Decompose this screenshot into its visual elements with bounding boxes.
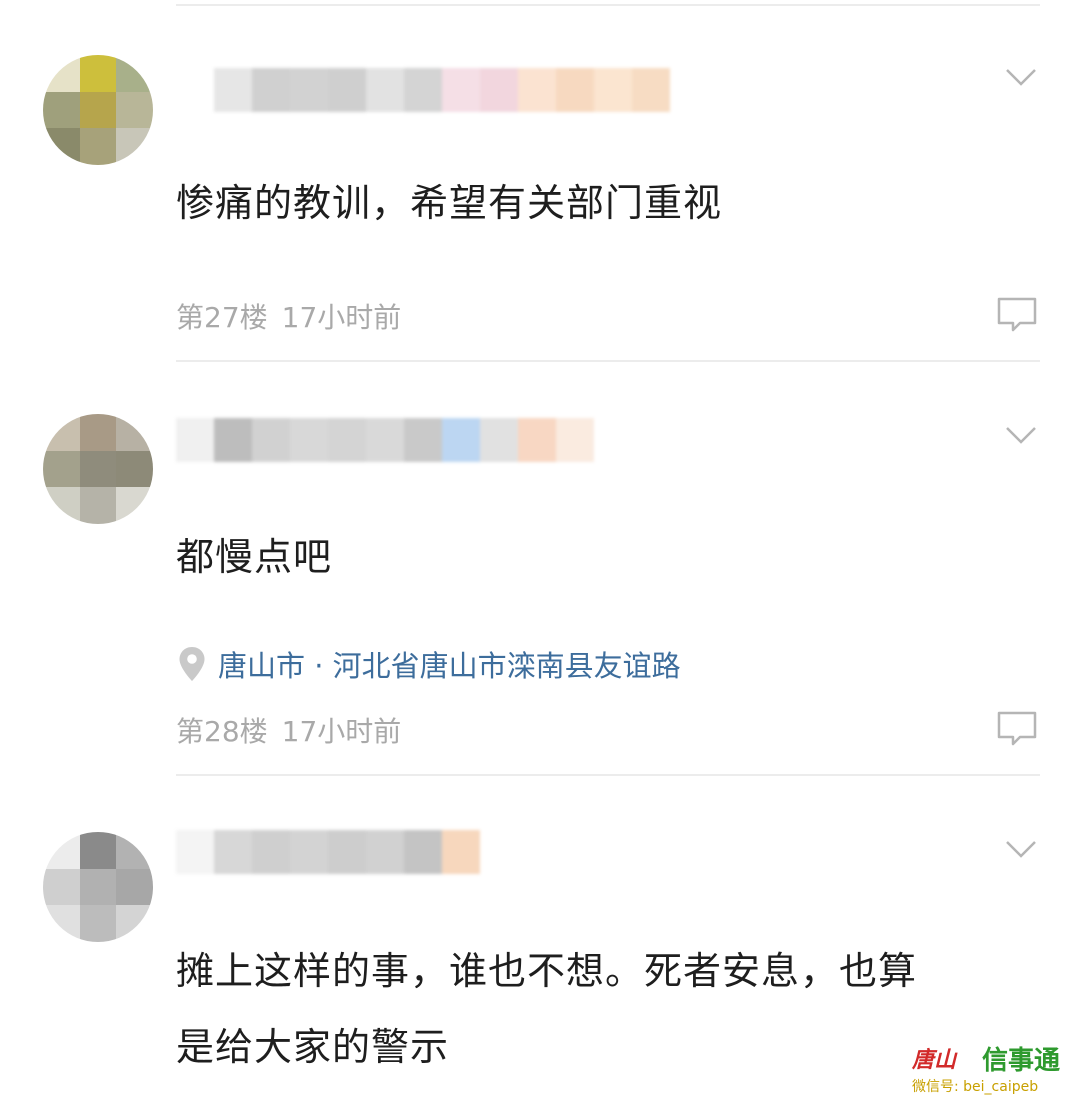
avatar-pixel — [79, 55, 117, 92]
username-blur-block — [252, 830, 290, 874]
username-blur-block — [252, 418, 290, 462]
avatar-pixel — [79, 905, 117, 942]
chevron-down-icon[interactable] — [1004, 66, 1038, 88]
avatar-pixel — [116, 91, 153, 129]
username-blur-block — [214, 68, 252, 112]
avatar-pixel — [116, 905, 153, 942]
avatar-pixel — [116, 832, 153, 869]
avatar-pixel — [79, 91, 117, 129]
watermark-logo-mark: 唐山 — [912, 1048, 957, 1073]
avatar-pixel — [116, 128, 153, 165]
avatar-pixel — [79, 832, 117, 869]
chevron-down-icon[interactable] — [1004, 424, 1038, 446]
comment-text-line: 是给大家的警示 — [176, 1025, 450, 1069]
avatar-pixel — [79, 414, 117, 451]
avatar-pixel — [79, 487, 117, 524]
username-blur-block — [290, 68, 328, 112]
watermark-logo: 唐山 信事通 微信号: bei_caipeb — [912, 1040, 1072, 1102]
comment-time: 17小时前 — [281, 715, 402, 748]
comment-meta: 第27楼 17小时前 — [176, 296, 401, 336]
username-blur-block — [556, 68, 594, 112]
location-pin-icon — [179, 647, 205, 681]
comment-bubble-icon[interactable] — [996, 296, 1038, 334]
username-blur-block — [442, 830, 480, 874]
username-blur-block — [366, 68, 404, 112]
username-blur-block — [518, 418, 556, 462]
username-blurred[interactable] — [176, 830, 480, 874]
avatar-pixel — [79, 128, 117, 165]
username-blur-block — [328, 418, 366, 462]
username-blur-block — [252, 68, 290, 112]
avatar-pixel — [43, 868, 80, 906]
avatar[interactable] — [43, 55, 153, 165]
comment-text-line: 摊上这样的事，谁也不想。死者安息，也算 — [176, 949, 918, 993]
avatar-pixel — [79, 450, 117, 488]
username-blur-block — [404, 418, 442, 462]
avatar[interactable] — [43, 832, 153, 942]
username-blur-block — [214, 830, 252, 874]
avatar-pixel — [116, 487, 153, 524]
avatar-pixel — [43, 905, 80, 942]
location-tag[interactable]: 唐山市 · 河北省唐山市滦南县友谊路 — [178, 644, 681, 684]
username-blur-block — [176, 418, 214, 462]
username-blur-block — [442, 418, 480, 462]
comment-meta: 第28楼 17小时前 — [176, 710, 401, 750]
avatar-pixel — [43, 91, 80, 129]
avatar-pixel — [43, 832, 80, 869]
avatar-pixel — [43, 55, 80, 92]
avatar-pixel — [116, 868, 153, 906]
avatar[interactable] — [43, 414, 153, 524]
username-blur-block — [404, 830, 442, 874]
username-blurred[interactable] — [176, 418, 594, 462]
username-blur-block — [442, 68, 480, 112]
username-blur-block — [290, 418, 328, 462]
username-blur-block — [594, 68, 632, 112]
comment-text: 惨痛的教训，希望有关部门重视 — [176, 181, 723, 225]
comment-text: 都慢点吧 — [176, 535, 333, 579]
comment-divider — [176, 774, 1040, 776]
avatar-pixel — [116, 450, 153, 488]
username-blurred[interactable] — [176, 68, 670, 112]
username-blur-block — [556, 418, 594, 462]
avatar-pixel — [43, 128, 80, 165]
location-text: 唐山市 · 河北省唐山市滦南县友谊路 — [218, 649, 681, 683]
username-blur-block — [290, 830, 328, 874]
avatar-pixel — [79, 868, 117, 906]
username-blur-block — [632, 68, 670, 112]
floor-number: 第27楼 — [176, 301, 268, 334]
username-blur-block — [480, 418, 518, 462]
comment-divider — [176, 360, 1040, 362]
top-divider — [176, 4, 1040, 6]
watermark-logo-name: 信事通 — [982, 1046, 1061, 1076]
username-blur-block — [404, 68, 442, 112]
comment-bubble-icon[interactable] — [996, 710, 1038, 748]
username-blur-block — [366, 830, 404, 874]
username-blur-block — [176, 68, 214, 112]
avatar-pixel — [116, 414, 153, 451]
username-blur-block — [214, 418, 252, 462]
avatar-pixel — [43, 487, 80, 524]
username-blur-block — [518, 68, 556, 112]
username-blur-block — [480, 68, 518, 112]
username-blur-block — [328, 68, 366, 112]
watermark-logo-sub: 微信号: bei_caipeb — [912, 1079, 1039, 1095]
comment-time: 17小时前 — [281, 301, 402, 334]
username-blur-block — [366, 418, 404, 462]
chevron-down-icon[interactable] — [1004, 838, 1038, 860]
username-blur-block — [176, 830, 214, 874]
avatar-pixel — [43, 414, 80, 451]
avatar-pixel — [116, 55, 153, 92]
username-blur-block — [328, 830, 366, 874]
avatar-pixel — [43, 450, 80, 488]
floor-number: 第28楼 — [176, 715, 268, 748]
